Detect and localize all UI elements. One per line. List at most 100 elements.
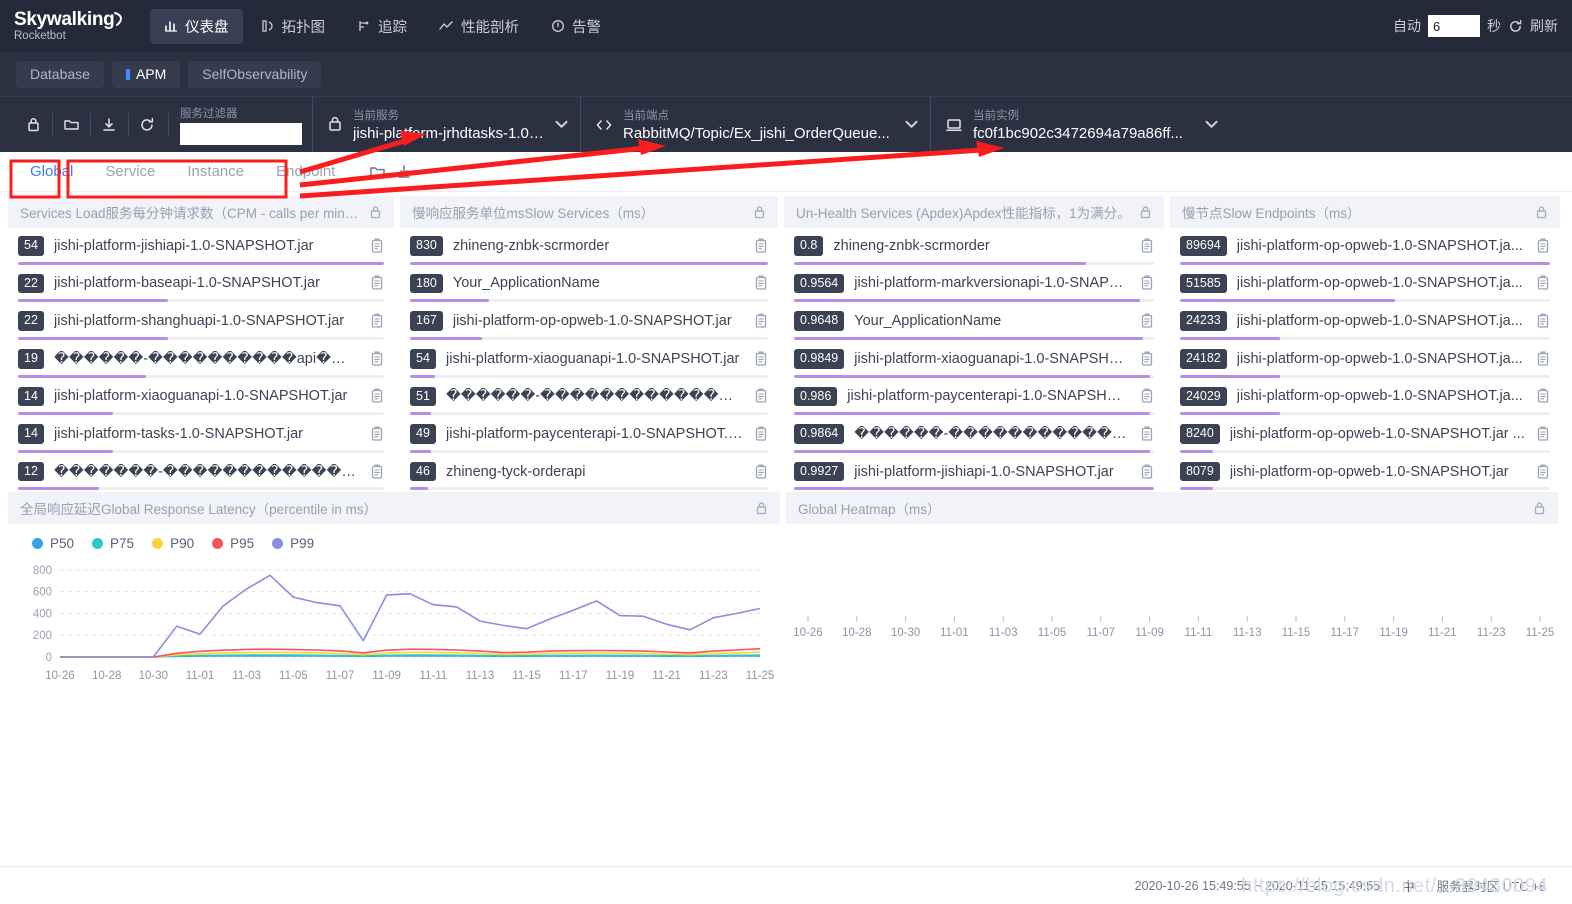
folder-icon[interactable] — [369, 164, 386, 179]
copy-icon[interactable] — [1536, 464, 1550, 480]
download-icon[interactable] — [396, 164, 412, 180]
nav-item-topology[interactable]: 拓扑图 — [247, 9, 340, 44]
refresh-icon[interactable] — [1508, 19, 1523, 34]
copy-icon[interactable] — [754, 238, 768, 254]
auto-refresh-input[interactable] — [1428, 15, 1480, 37]
lock-icon[interactable] — [369, 205, 382, 220]
reload-icon[interactable] — [128, 97, 166, 153]
list-item[interactable]: 22 jishi-platform-shanghuapi-1.0-SNAPSHOT… — [18, 311, 384, 340]
legend-item[interactable]: P95 — [212, 536, 254, 551]
nav-item-profile[interactable]: 性能剖析 — [425, 9, 533, 44]
copy-icon[interactable] — [754, 464, 768, 480]
copy-icon[interactable] — [754, 426, 768, 442]
list-item[interactable]: 51 ������-��������������������... — [410, 386, 768, 416]
copy-icon[interactable] — [1536, 313, 1550, 329]
list-item[interactable]: 14 jishi-platform-tasks-1.0-SNAPSHOT.jar — [18, 424, 384, 453]
list-item[interactable]: 24182 jishi-platform-op-opweb-1.0-SNAPSHO… — [1180, 348, 1550, 378]
copy-icon[interactable] — [754, 275, 768, 291]
folder-icon[interactable] — [52, 97, 90, 153]
copy-icon[interactable] — [370, 464, 384, 480]
nav-item-dashboard[interactable]: 仪表盘 — [150, 8, 243, 44]
copy-icon[interactable] — [1140, 275, 1154, 291]
current-service-selector[interactable]: 当前服务 jishi-platform-jrhdtasks-1.0-S... — [312, 97, 580, 152]
legend-item[interactable]: P50 — [32, 536, 74, 551]
copy-icon[interactable] — [1536, 388, 1550, 404]
list-item[interactable]: 89694 jishi-platform-op-opweb-1.0-SNAPSHO… — [1180, 236, 1550, 265]
list-item[interactable]: 167 jishi-platform-op-opweb-1.0-SNAPSHOT.… — [410, 311, 768, 340]
copy-icon[interactable] — [370, 388, 384, 404]
copy-icon[interactable] — [1536, 275, 1550, 291]
list-item[interactable]: 180 Your_ApplicationName — [410, 273, 768, 303]
tab-database[interactable]: Database — [16, 60, 104, 88]
copy-icon[interactable] — [1140, 426, 1154, 442]
list-item[interactable]: 54 jishi-platform-xiaoguanapi-1.0-SNAPSHO… — [410, 348, 768, 378]
copy-icon[interactable] — [754, 388, 768, 404]
tab-service[interactable]: Service — [89, 152, 171, 192]
list-item[interactable]: 0.9864 ������-�������������������... — [794, 424, 1154, 453]
lock-icon[interactable] — [14, 97, 52, 153]
copy-icon[interactable] — [370, 275, 384, 291]
list-item[interactable]: 19 ������-����������api������ — [18, 348, 384, 378]
list-item[interactable]: 0.9564 jishi-platform-markversionapi-1.0-… — [794, 273, 1154, 303]
refresh-label[interactable]: 刷新 — [1530, 16, 1558, 36]
list-item[interactable]: 46 zhineng-tyck-orderapi — [410, 461, 768, 490]
nav-item-trace[interactable]: 追踪 — [343, 9, 421, 44]
nav-item-alarm[interactable]: 告警 — [537, 9, 615, 44]
current-instance-selector[interactable]: 当前实例 fc0f1bc902c3472694a79a86ff... — [930, 97, 1230, 152]
service-filter-label: 服务过滤器 — [180, 107, 238, 120]
copy-icon[interactable] — [754, 313, 768, 329]
list-item[interactable]: 49 jishi-platform-paycenterapi-1.0-SNAPSH… — [410, 424, 768, 453]
download-icon[interactable] — [90, 97, 128, 153]
list-item[interactable]: 8079 jishi-platform-op-opweb-1.0-SNAPSHOT… — [1180, 461, 1550, 490]
tab-global[interactable]: Global — [14, 152, 89, 192]
list-item[interactable]: 0.986 jishi-platform-paycenterapi-1.0-SNA… — [794, 386, 1154, 416]
lock-icon[interactable] — [753, 205, 766, 220]
list-item[interactable]: 830 zhineng-znbk-scrmorder — [410, 236, 768, 265]
lock-icon[interactable] — [1139, 205, 1152, 220]
copy-icon[interactable] — [1536, 426, 1550, 442]
copy-icon[interactable] — [370, 313, 384, 329]
list-item[interactable]: 54 jishi-platform-jishiapi-1.0-SNAPSHOT.j… — [18, 236, 384, 265]
copy-icon[interactable] — [370, 238, 384, 254]
list-item[interactable]: 12 �������-������������������� — [18, 461, 384, 490]
language-switch[interactable]: 中 — [1402, 876, 1415, 895]
rank-bar — [794, 374, 1154, 378]
chevron-down-icon[interactable] — [555, 117, 568, 132]
copy-icon[interactable] — [1140, 351, 1154, 367]
legend-item[interactable]: P75 — [92, 536, 134, 551]
copy-icon[interactable] — [754, 351, 768, 367]
list-item[interactable]: 24029 jishi-platform-op-opweb-1.0-SNAPSHO… — [1180, 386, 1550, 416]
list-item[interactable]: 8240 jishi-platform-op-opweb-1.0-SNAPSHOT… — [1180, 424, 1550, 453]
copy-icon[interactable] — [370, 351, 384, 367]
lock-icon[interactable] — [1535, 205, 1548, 220]
copy-icon[interactable] — [1536, 238, 1550, 254]
list-item[interactable]: 0.9648 Your_ApplicationName — [794, 311, 1154, 340]
current-endpoint-selector[interactable]: 当前端点 RabbitMQ/Topic/Ex_jishi_OrderQueue.… — [580, 97, 930, 152]
list-item[interactable]: 0.8 zhineng-znbk-scrmorder — [794, 236, 1154, 265]
lock-icon[interactable] — [1533, 501, 1546, 516]
copy-icon[interactable] — [370, 426, 384, 442]
chevron-down-icon[interactable] — [1205, 117, 1218, 132]
service-filter-input[interactable] — [180, 122, 302, 145]
copy-icon[interactable] — [1140, 388, 1154, 404]
list-item[interactable]: 51585 jishi-platform-op-opweb-1.0-SNAPSHO… — [1180, 273, 1550, 303]
tab-endpoint[interactable]: Endpoint — [260, 152, 351, 192]
legend-item[interactable]: P90 — [152, 536, 194, 551]
lock-icon[interactable] — [755, 501, 768, 516]
list-item[interactable]: 0.9849 jishi-platform-xiaoguanapi-1.0-SNA… — [794, 348, 1154, 378]
tab-apm[interactable]: APM — [111, 60, 181, 88]
list-item[interactable]: 24233 jishi-platform-op-opweb-1.0-SNAPSHO… — [1180, 311, 1550, 340]
legend-item[interactable]: P99 — [272, 536, 314, 551]
copy-icon[interactable] — [1140, 238, 1154, 254]
tab-instance[interactable]: Instance — [171, 152, 260, 192]
legend-label: P95 — [230, 536, 255, 551]
copy-icon[interactable] — [1140, 464, 1154, 480]
copy-icon[interactable] — [1536, 351, 1550, 367]
list-item[interactable]: 22 jishi-platform-baseapi-1.0-SNAPSHOT.ja… — [18, 273, 384, 303]
list-item[interactable]: 14 jishi-platform-xiaoguanapi-1.0-SNAPSHO… — [18, 386, 384, 416]
copy-icon[interactable] — [1140, 313, 1154, 329]
chevron-down-icon[interactable] — [905, 117, 918, 132]
tab-selfobservability[interactable]: SelfObservability — [188, 60, 322, 88]
list-item[interactable]: 0.9927 jishi-platform-jishiapi-1.0-SNAPSH… — [794, 461, 1154, 490]
app-logo[interactable]: Skywalking Rocketbot — [14, 9, 126, 43]
